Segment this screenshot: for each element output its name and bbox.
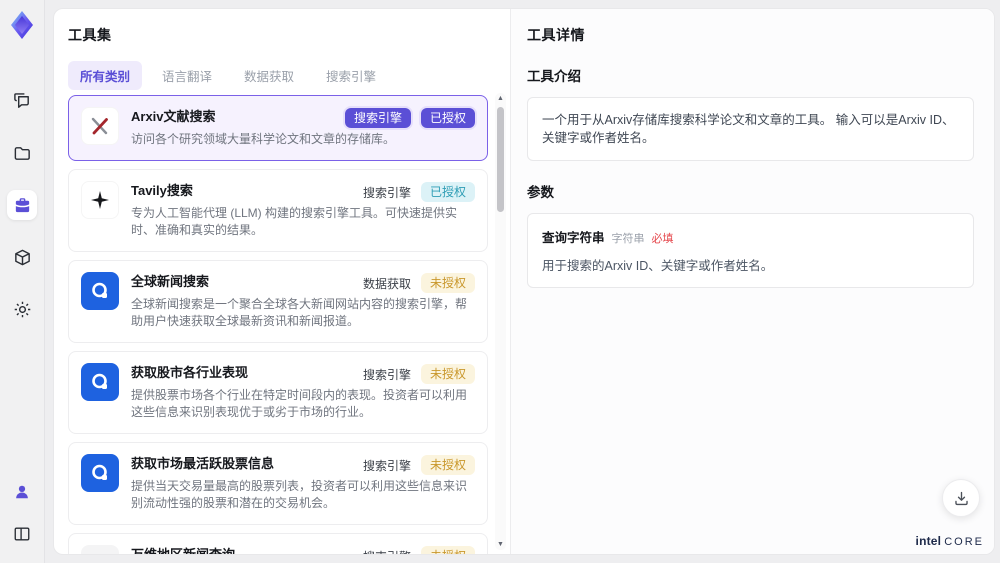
param-type: 字符串 [611,233,645,245]
tool-card-global-news[interactable]: 全球新闻搜索 全球新闻搜索是一个聚合全球各大新闻网站内容的搜索引擎，帮助用户快速… [68,260,488,343]
intro-heading: 工具介绍 [527,69,581,84]
tab-search-engine[interactable]: 搜索引擎 [314,61,388,90]
collapse-panel-icon[interactable] [7,519,37,549]
list-scrollbar[interactable]: ▲ ▼ [495,93,506,550]
tool-card-most-active-stocks[interactable]: 获取市场最活跃股票信息 提供当天交易量最高的股票列表，投资者可以利用这些信息来识… [68,442,488,525]
brand-core: CORE [944,536,984,548]
app-logo-icon [11,11,33,39]
category-label: 搜索引擎 [362,458,411,473]
tab-data-fetch[interactable]: 数据获取 [232,61,306,90]
auth-status-badge: 未授权 [420,455,475,475]
param-name: 查询字符串 [542,231,605,245]
param-description: 用于搜索的Arxiv ID、关键字或作者姓名。 [542,259,774,273]
intro-text: 一个用于从Arxiv存储库搜索科学论文和文章的工具。 输入可以是Arxiv ID… [527,97,974,161]
category-label: 搜索引擎 [362,367,411,382]
chat-icon[interactable] [7,86,37,116]
package-icon[interactable] [7,242,37,272]
auth-status-badge: 已授权 [420,108,475,128]
settings-icon[interactable] [7,294,37,324]
category-label: 搜索引擎 [362,185,411,200]
auth-status-badge: 未授权 [420,546,475,554]
most-active-stocks-icon [81,454,119,492]
params-heading: 参数 [527,185,554,200]
tool-description: 访问各个研究领域大量科学论文和文章的存储库。 [131,132,396,146]
tool-description: 全球新闻搜索是一个聚合全球各大新闻网站内容的搜索引擎，帮助用户快速获取全球最新资… [131,297,468,328]
tavily-icon [81,181,119,219]
scroll-down-icon[interactable]: ▼ [495,539,506,550]
tab-language-translation[interactable]: 语言翻译 [150,61,224,90]
brand-intel: intel [915,534,942,548]
scroll-up-icon[interactable]: ▲ [495,93,506,104]
global-news-icon [81,272,119,310]
main-window: 工具集 所有类别 语言翻译 数据获取 搜索引擎 Arxiv文献搜索 访问各个研究… [53,8,995,555]
tab-all-categories[interactable]: 所有类别 [68,61,143,90]
param-required-flag: 必填 [651,233,674,245]
auth-status-badge: 已授权 [420,182,475,202]
tool-card-tavily[interactable]: Tavily搜索 专为人工智能代理 (LLM) 构建的搜索引擎工具。可快速提供实… [68,169,488,252]
category-label: 搜索引擎 [363,548,411,555]
tools-panel: 工具集 所有类别 语言翻译 数据获取 搜索引擎 Arxiv文献搜索 访问各个研究… [54,9,511,554]
tool-card-regional-news[interactable]: 万维地区新闻查询 查询具体行政区划内的新闻，快速了解各地新闻动态。 搜索引擎 未… [68,533,488,554]
tools-panel-title: 工具集 [68,27,112,43]
tool-description: 提供当天交易量最高的股票列表，投资者可以利用这些信息来识别流动性强的股票和潜在的… [131,479,468,510]
app-sidebar [0,0,45,563]
detail-panel-title: 工具详情 [527,27,585,43]
auth-status-badge: 未授权 [420,273,475,293]
sector-performance-icon [81,363,119,401]
tool-card-arxiv[interactable]: Arxiv文献搜索 访问各个研究领域大量科学论文和文章的存储库。 搜索引擎 已授… [68,95,488,161]
user-avatar-icon[interactable] [7,477,37,507]
tool-list: Arxiv文献搜索 访问各个研究领域大量科学论文和文章的存储库。 搜索引擎 已授… [68,91,488,554]
arxiv-icon [81,107,119,145]
category-badge: 搜索引擎 [344,108,411,128]
auth-status-badge: 未授权 [420,364,475,384]
toolbox-icon[interactable] [7,190,37,220]
parameter-item: 查询字符串 字符串 必填 用于搜索的Arxiv ID、关键字或作者姓名。 [527,213,974,288]
regional-news-icon [81,545,119,554]
tool-detail-panel: 工具详情 工具介绍 一个用于从Arxiv存储库搜索科学论文和文章的工具。 输入可… [511,9,994,554]
scrollbar-thumb[interactable] [497,107,504,212]
tool-description: 提供股票市场各个行业在特定时间段内的表现。投资者可以利用这些信息来识别表现优于或… [131,388,468,419]
intel-core-logo: intel CORE [916,534,984,549]
tool-description: 专为人工智能代理 (LLM) 构建的搜索引擎工具。可快速提供实时、准确和真实的结… [131,206,458,237]
folder-icon[interactable] [7,138,37,168]
category-label: 数据获取 [362,276,411,291]
tool-card-sector-performance[interactable]: 获取股市各行业表现 提供股票市场各个行业在特定时间段内的表现。投资者可以利用这些… [68,351,488,434]
category-tabs: 所有类别 语言翻译 数据获取 搜索引擎 [68,61,510,90]
download-button[interactable] [942,479,980,517]
